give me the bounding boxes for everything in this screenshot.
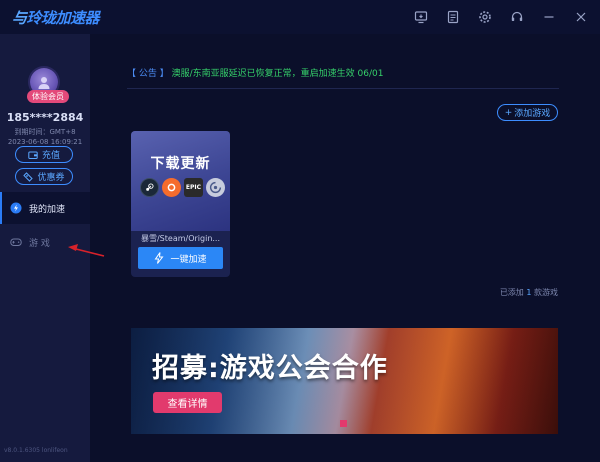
recharge-label: 充值	[41, 151, 60, 161]
nav-games[interactable]: 游 戏	[0, 226, 90, 258]
accelerate-label: 一键加速	[170, 254, 207, 265]
screen-icon[interactable]	[410, 6, 432, 28]
version-text: v8.0.1.6305 lonlifeon	[4, 447, 68, 454]
headset-icon[interactable]	[506, 6, 528, 28]
announcement-message: 澳服/东南亚服延迟已恢复正常，重启加速生效 06/01	[171, 69, 384, 79]
plus-icon: +	[504, 107, 513, 118]
expire-info: 到期时间：GMT+8 2023-06-08 16:09:21	[0, 127, 90, 147]
banner-title: 招募:游戏公会合作	[152, 353, 388, 384]
origin-icon	[162, 178, 181, 197]
speed-icon	[10, 202, 22, 214]
minimize-icon[interactable]	[538, 6, 560, 28]
close-icon[interactable]	[570, 6, 592, 28]
lightning-icon	[155, 252, 164, 264]
one-click-accelerate-button[interactable]: 一键加速	[138, 247, 223, 269]
app-logo: 与玲珑加速器	[12, 10, 100, 27]
count-suffix: 款游戏	[534, 288, 558, 297]
epic-text: EPIC	[185, 184, 202, 191]
gear-icon[interactable]	[474, 6, 496, 28]
epic-icon: EPIC	[184, 178, 203, 197]
divider	[127, 88, 559, 89]
document-icon[interactable]	[442, 6, 464, 28]
coupon-label: 优惠券	[37, 173, 65, 183]
title-bar: 与玲珑加速器	[0, 0, 600, 34]
expire-label: 到期时间：GMT+8	[14, 128, 76, 136]
count-number: 1	[526, 288, 532, 297]
launcher-icons: EPIC	[140, 178, 225, 197]
add-game-label: 添加游戏	[514, 109, 551, 119]
nav-my-acceleration[interactable]: 我的加速	[0, 192, 90, 224]
sidebar: 体验会员 185****2884 到期时间：GMT+8 2023-06-08 1…	[0, 34, 90, 462]
member-badge: 体验会员	[27, 90, 69, 103]
ubisoft-icon	[206, 178, 225, 197]
game-cover: 下载更新 EPIC	[131, 131, 230, 231]
view-details-button[interactable]: 查看详情	[153, 392, 222, 413]
carousel-indicator[interactable]	[340, 420, 347, 427]
nav-label: 游 戏	[29, 238, 50, 249]
promo-banner[interactable]: 招募:游戏公会合作 查看详情	[131, 328, 558, 434]
announcement-tag: 【 公告 】	[127, 69, 169, 79]
games-added-count: 已添加 1 款游戏	[500, 287, 558, 298]
game-card[interactable]: 下载更新 EPIC 暴雪/Steam/Origin... 一键加速	[131, 131, 230, 277]
gamepad-icon	[10, 238, 22, 246]
titlebar-icons	[410, 6, 592, 28]
add-game-button[interactable]: + 添加游戏	[497, 104, 558, 121]
user-id: 185****2884	[6, 111, 84, 124]
ticket-icon	[23, 171, 34, 182]
coupon-button[interactable]: 优惠券	[15, 168, 73, 185]
game-name: 暴雪/Steam/Origin...	[140, 234, 221, 243]
steam-icon	[140, 178, 159, 197]
nav-label: 我的加速	[29, 204, 66, 215]
cover-title: 下载更新	[150, 156, 211, 172]
logo-text: 玲珑加速器	[26, 10, 100, 27]
recharge-button[interactable]: 充值	[15, 146, 73, 163]
count-prefix: 已添加	[499, 288, 524, 297]
announcement[interactable]: 【 公告 】 澳服/东南亚服延迟已恢复正常，重启加速生效 06/01	[127, 66, 383, 79]
wallet-icon	[28, 151, 38, 159]
